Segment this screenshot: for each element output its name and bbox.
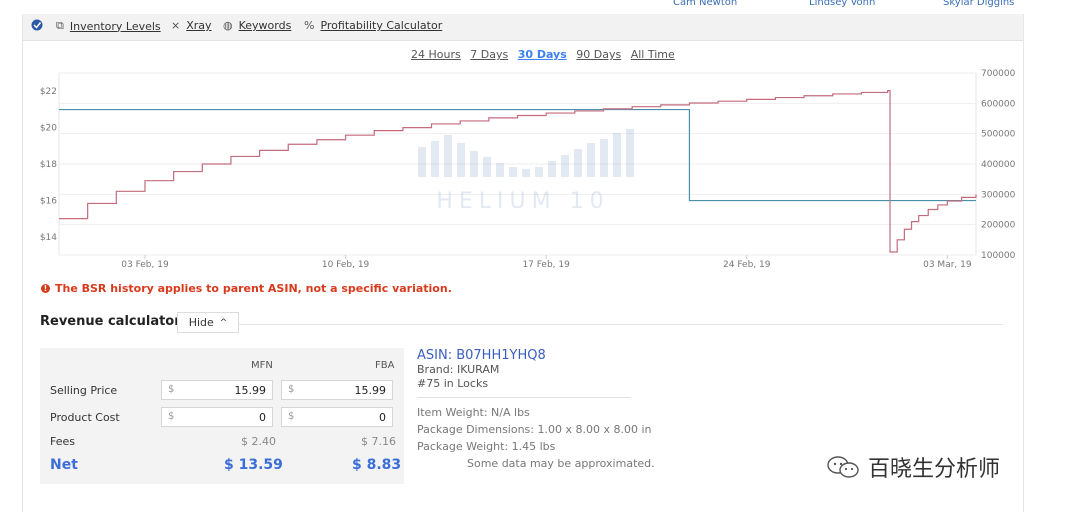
y-left-tick-label: $16 xyxy=(40,196,57,206)
x-tick-label: 03 Feb, 19 xyxy=(121,260,169,270)
category-rank: #75 in Locks xyxy=(417,377,489,390)
watermark-bar xyxy=(574,149,582,177)
currency-symbol: $ xyxy=(168,411,175,422)
watermark-bar xyxy=(509,167,517,177)
y-right-tick-label: 300000 xyxy=(981,190,1016,200)
fees-fba-value: $ 7.16 xyxy=(361,435,396,448)
x-tick-label: 17 Feb, 19 xyxy=(522,260,570,270)
product-cost-fba-input[interactable]: $ 0 xyxy=(281,407,393,427)
product-panel: ⧉ Inventory Levels ⨯ Xray ◍ Keywords % P… xyxy=(22,14,1024,512)
y-right-tick-label: 700000 xyxy=(981,69,1016,79)
selling-price-fba-input[interactable]: $ 15.99 xyxy=(281,380,393,400)
brand: Brand: IKURAM xyxy=(417,363,500,376)
wechat-icon xyxy=(827,456,859,478)
fees-label: Fees xyxy=(50,435,75,448)
y-right-tick-label: 600000 xyxy=(981,99,1016,109)
chevron-up-icon: ^ xyxy=(219,317,228,328)
watermark-bar xyxy=(535,167,543,177)
watermark-bar xyxy=(587,143,595,177)
top-name-2[interactable]: Lindsey Vonn xyxy=(809,0,875,8)
currency-symbol: $ xyxy=(168,384,175,395)
col-header-fba: FBA xyxy=(375,360,395,371)
net-label: Net xyxy=(50,457,78,473)
net-fba-value: $ 8.83 xyxy=(352,457,402,473)
hide-button[interactable]: Hide ^ xyxy=(177,312,239,333)
package-dimensions: Package Dimensions: 1.00 x 8.00 x 8.00 i… xyxy=(417,423,652,436)
y-right-tick-label: 100000 xyxy=(981,251,1016,261)
watermark-bar xyxy=(444,135,452,177)
net-mfn-value: $ 13.59 xyxy=(224,457,283,473)
y-left-tick-label: $22 xyxy=(40,87,57,97)
package-weight: Package Weight: 1.45 lbs xyxy=(417,440,556,453)
y-right-tick-label: 500000 xyxy=(981,130,1016,140)
currency-symbol: $ xyxy=(288,411,295,422)
warning-icon: ! xyxy=(41,284,50,293)
watermark-bar xyxy=(522,169,530,177)
y-left-tick-label: $18 xyxy=(40,160,57,170)
watermark-bar xyxy=(626,129,634,177)
watermark-bar xyxy=(548,161,556,177)
watermark-bar xyxy=(561,155,569,177)
top-name-1[interactable]: Cam Newton xyxy=(673,0,737,8)
x-tick-label: 03 Mar, 19 xyxy=(923,260,972,270)
top-name-3[interactable]: Skylar Diggins xyxy=(943,0,1014,8)
watermark-bar xyxy=(496,163,504,177)
x-tick-label: 10 Feb, 19 xyxy=(322,260,370,270)
watermark-bar xyxy=(457,143,465,177)
selling-price-mfn-value: 15.99 xyxy=(234,384,267,397)
x-tick-label: 24 Feb, 19 xyxy=(723,260,771,270)
watermark-bar xyxy=(613,133,621,177)
selling-price-fba-value: 15.99 xyxy=(354,384,387,397)
watermark-bar xyxy=(470,151,478,177)
y-right-tick-label: 400000 xyxy=(981,160,1016,170)
y-left-tick-label: $20 xyxy=(40,124,57,134)
revenue-calculator: MFN FBA Selling Price $ 15.99 $ 15.99 Pr… xyxy=(40,348,404,484)
product-cost-label: Product Cost xyxy=(50,411,120,424)
watermark-bar xyxy=(600,139,608,177)
hide-button-label: Hide xyxy=(188,316,214,329)
col-header-mfn: MFN xyxy=(251,360,273,371)
y-right-tick-label: 200000 xyxy=(981,221,1016,231)
product-info: ASIN: B07HH1YHQ8 Brand: IKURAM #75 in Lo… xyxy=(417,348,655,472)
revenue-calculator-title: Revenue calculator xyxy=(40,314,181,329)
top-names: Cam Newton Lindsey Vonn Skylar Diggins xyxy=(0,0,1080,11)
watermark-bar xyxy=(483,157,491,177)
bsr-price-chart: 100000 200000 300000 400000 500000 600000 7000… xyxy=(40,69,1016,270)
product-cost-fba-value: 0 xyxy=(379,411,386,424)
product-cost-mfn-value: 0 xyxy=(259,411,266,424)
fees-mfn-value: $ 2.40 xyxy=(241,435,276,448)
watermark-bar xyxy=(418,147,426,177)
selling-price-mfn-input[interactable]: $ 15.99 xyxy=(161,380,273,400)
warning-text: The BSR history applies to parent ASIN, … xyxy=(55,282,452,295)
watermark-text: HELIUM 10 xyxy=(436,189,609,214)
item-weight: Item Weight: N/A lbs xyxy=(417,406,530,419)
currency-symbol: $ xyxy=(288,384,295,395)
approximation-note: Some data may be approximated. xyxy=(467,457,655,470)
bsr-warning: ! The BSR history applies to parent ASIN… xyxy=(41,282,452,295)
selling-price-label: Selling Price xyxy=(50,384,118,397)
product-cost-mfn-input[interactable]: $ 0 xyxy=(161,407,273,427)
wechat-watermark: 百晓生分析师 xyxy=(826,451,1000,483)
divider xyxy=(238,324,1003,325)
wechat-watermark-text: 百晓生分析师 xyxy=(868,457,1001,482)
asin-link[interactable]: ASIN: B07HH1YHQ8 xyxy=(417,348,655,363)
watermark-bar xyxy=(431,141,439,177)
divider xyxy=(417,397,631,398)
y-left-tick-label: $14 xyxy=(40,233,57,243)
